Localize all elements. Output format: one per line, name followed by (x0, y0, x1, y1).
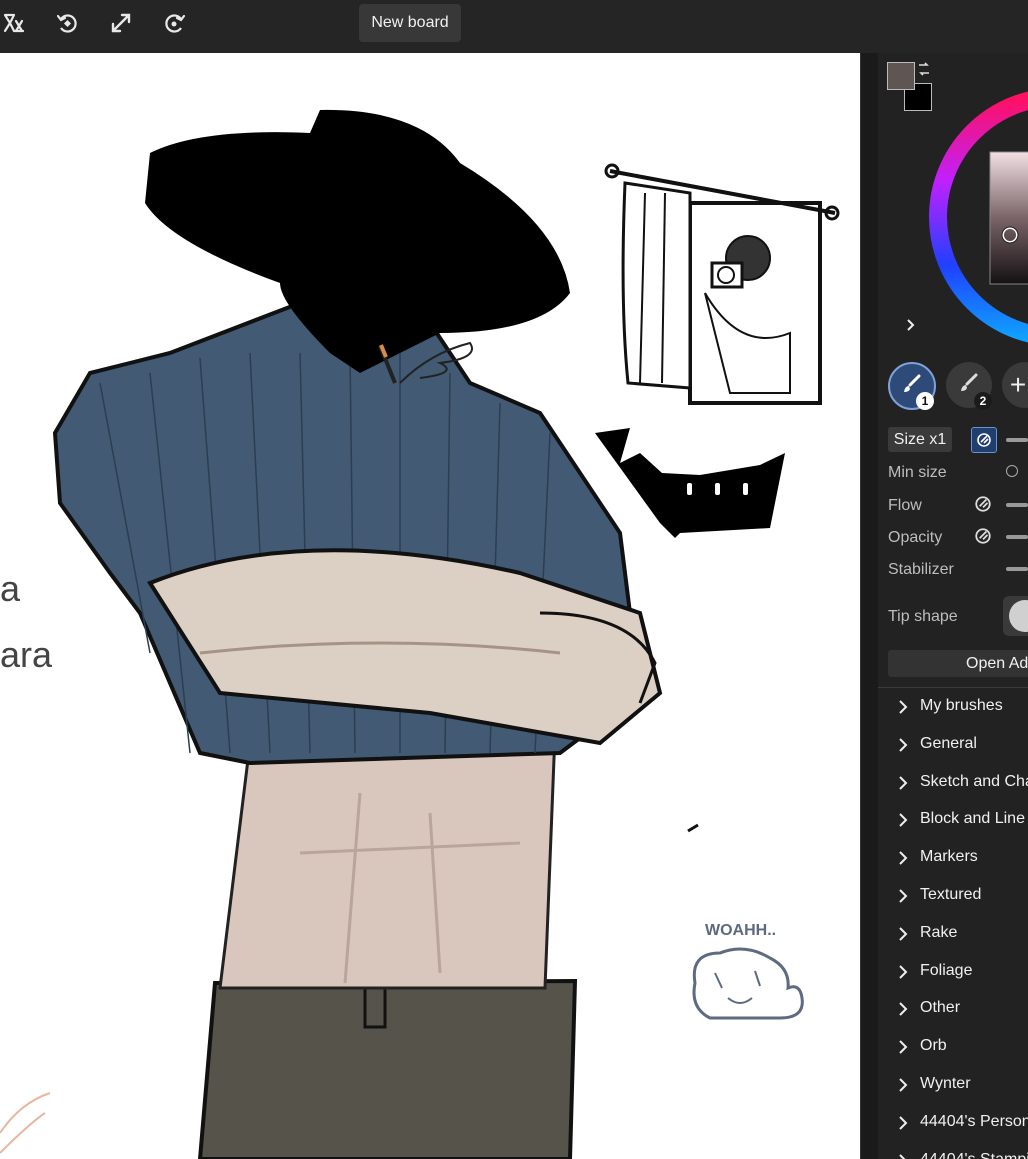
brush-slot-number: 2 (974, 392, 992, 410)
brush-group-item[interactable]: Rake (878, 920, 1028, 950)
brush-group-label: Block and Line (920, 810, 1025, 827)
flow-label: Flow (888, 497, 922, 514)
brush-group-item[interactable]: Textured (878, 882, 1028, 912)
brush-group-item[interactable]: Block and Line (878, 806, 1028, 836)
flow-slider[interactable] (1006, 503, 1028, 507)
chevron-right-icon[interactable] (903, 317, 919, 333)
reference-icon[interactable] (0, 9, 28, 37)
fullscreen-icon[interactable] (107, 9, 135, 37)
chevron-right-icon (896, 1153, 910, 1159)
brush-slot-number: 1 (916, 392, 934, 410)
drawing-canvas[interactable]: a ara WOAHH.. (0, 53, 860, 1159)
brush-group-label: Sketch and Cha (920, 773, 1028, 790)
size-multiplier-button[interactable]: Size x1 (888, 427, 952, 452)
doodle-caption: WOAHH.. (705, 922, 776, 939)
top-toolbar: New board (0, 0, 1028, 53)
opacity-slider[interactable] (1006, 535, 1028, 539)
tip-shape-preview[interactable] (1003, 596, 1028, 636)
brush-group-item[interactable]: Foliage (878, 958, 1028, 988)
chevron-right-icon (896, 964, 910, 980)
plus-icon: + (1009, 369, 1027, 400)
opacity-label: Opacity (888, 529, 943, 546)
brush-group-item[interactable]: 44404's Person (878, 1109, 1028, 1139)
chevron-right-icon (896, 699, 910, 715)
brush-group-item[interactable]: My brushes (878, 693, 1028, 723)
pressure-flow-icon[interactable] (974, 495, 996, 517)
chevron-right-icon (896, 775, 910, 791)
chevron-right-icon (896, 926, 910, 942)
chevron-right-icon (896, 1039, 910, 1055)
artwork: a ara WOAHH.. (0, 109, 840, 1159)
brush-slot-2[interactable]: 2 (946, 362, 992, 410)
handwriting-line-2: ara (0, 634, 53, 675)
brush-group-item[interactable]: Orb (878, 1033, 1028, 1063)
add-brush-button[interactable]: + (1002, 362, 1028, 408)
pressure-opacity-icon[interactable] (974, 527, 996, 549)
rotate-view-icon[interactable] (161, 9, 189, 37)
brush-group-label: 44404's Stampi (920, 1151, 1028, 1159)
open-advanced-button[interactable]: Open Ad (888, 650, 1028, 677)
stabilizer-label: Stabilizer (888, 561, 954, 578)
brush-panel: 1 2 + Size x1 Min size Flow Opacity Stab… (878, 53, 1028, 1159)
brush-group-label: Foliage (920, 962, 973, 979)
chevron-right-icon (896, 1001, 910, 1017)
chevron-right-icon (896, 1077, 910, 1093)
chevron-right-icon (896, 737, 910, 753)
chevron-right-icon (896, 850, 910, 866)
new-board-button[interactable]: New board (359, 4, 461, 42)
chevron-right-icon (896, 1115, 910, 1131)
brush-group-item[interactable]: Other (878, 995, 1028, 1025)
tip-shape-label: Tip shape (888, 608, 958, 625)
canvas-scrollbar[interactable] (860, 53, 879, 1159)
min-size-slider-knob[interactable] (1006, 465, 1018, 477)
brush-group-item[interactable]: 44404's Stampi (878, 1147, 1028, 1159)
brush-group-label: My brushes (920, 697, 1003, 714)
chevron-right-icon (896, 812, 910, 828)
color-wheel[interactable] (878, 53, 1028, 353)
chevron-right-icon (896, 888, 910, 904)
brush-group-label: Other (920, 999, 961, 1016)
brush-group-item[interactable]: General (878, 731, 1028, 761)
handwriting-line-1: a (0, 568, 21, 609)
pressure-size-icon[interactable] (971, 427, 997, 453)
stabilizer-slider[interactable] (1006, 567, 1028, 571)
brush-group-label: Markers (920, 848, 978, 865)
panel-divider (878, 687, 1028, 688)
brush-group-item[interactable]: Markers (878, 844, 1028, 874)
min-size-label: Min size (888, 464, 947, 481)
size-slider[interactable] (1006, 438, 1028, 442)
brush-group-label: General (920, 735, 977, 752)
redo-icon[interactable] (53, 9, 81, 37)
brush-group-label: Wynter (920, 1075, 971, 1092)
brush-group-item[interactable]: Sketch and Cha (878, 769, 1028, 799)
brush-group-label: 44404's Person (920, 1113, 1028, 1130)
brush-group-label: Textured (920, 886, 982, 903)
brush-group-label: Rake (920, 924, 958, 941)
brush-slot-1[interactable]: 1 (888, 362, 936, 410)
brush-group-label: Orb (920, 1037, 947, 1054)
brush-group-item[interactable]: Wynter (878, 1071, 1028, 1101)
